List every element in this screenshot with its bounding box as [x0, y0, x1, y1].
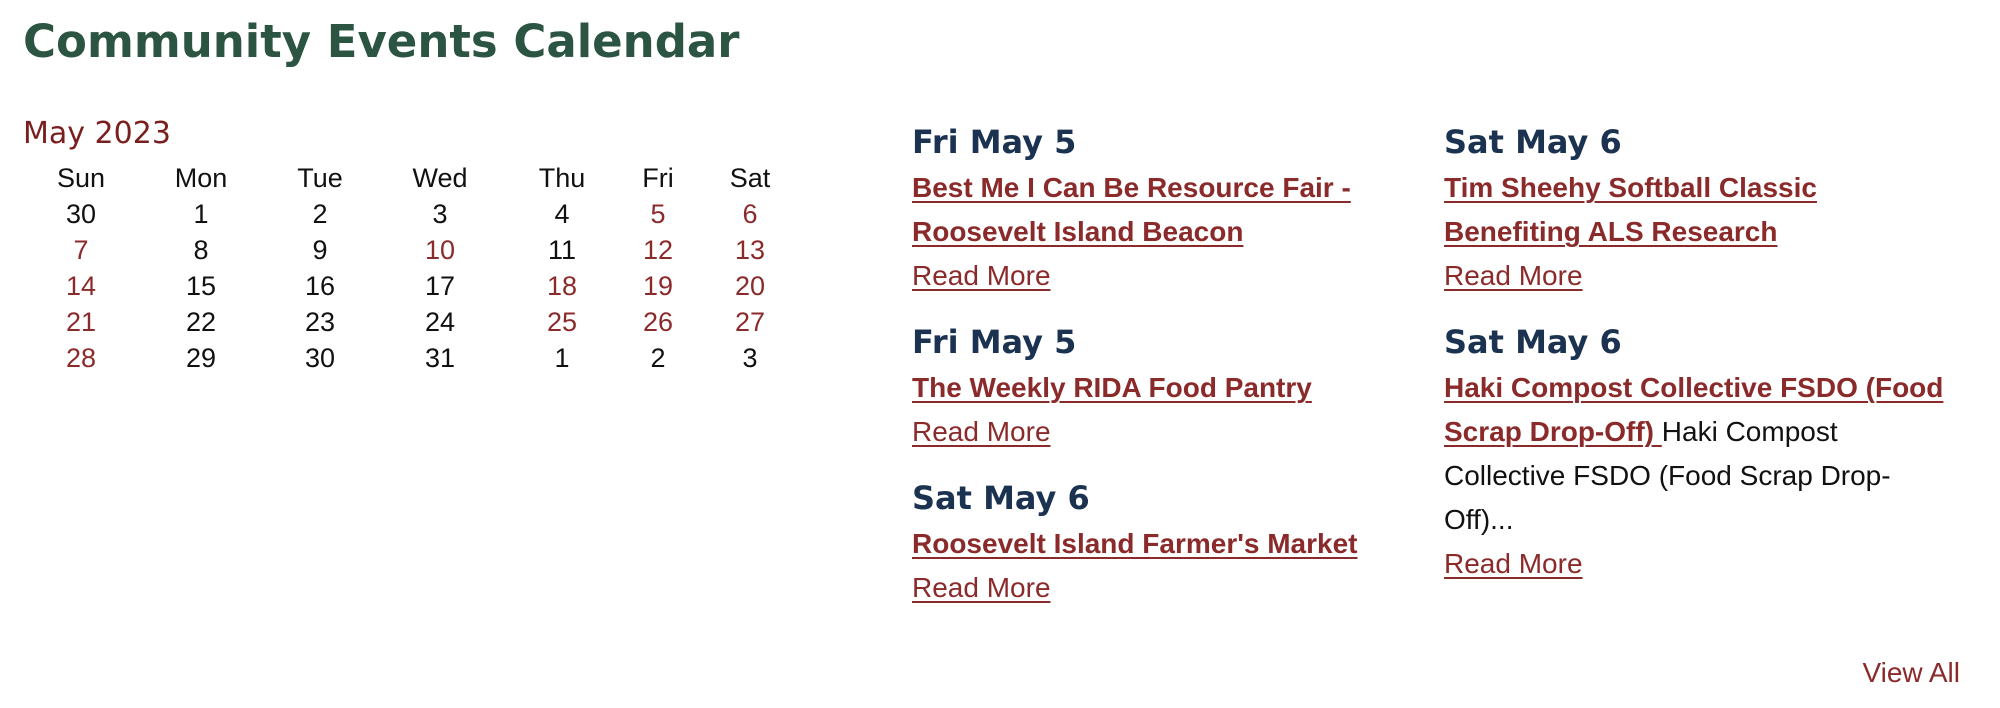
event-date: Sat May 6 [912, 479, 1090, 517]
event-item: Fri May 5 Best Me I Can Be Resource Fair … [912, 118, 1412, 298]
calendar-days: 30 1 2 3 4 5 6 7 8 9 10 11 12 13 14 15 16 17 18 19 20 21 22 23 2… [23, 196, 805, 376]
event-date: Fri May 5 [912, 323, 1077, 361]
calendar-day: 22 [185, 307, 217, 337]
read-more-link[interactable]: Read More [912, 254, 1412, 298]
event-item: Fri May 5 The Weekly RIDA Food Pantry Read… [912, 318, 1412, 454]
calendar-day: 30 [304, 343, 336, 373]
calendar-day-with-events[interactable]: 28 [23, 340, 139, 376]
calendar-day-with-events[interactable]: 26 [621, 304, 695, 340]
event-body: Best Me I Can Be Resource Fair - Rooseve… [912, 166, 1412, 254]
weekday-wed: Wed [412, 163, 468, 193]
calendar-day-with-events[interactable]: 19 [621, 268, 695, 304]
event-body: Roosevelt Island Farmer's Market [912, 522, 1412, 566]
event-date: Sat May 6 [1444, 123, 1622, 161]
weekday-sun: Sun [56, 163, 106, 193]
calendar-week-row: 14 15 16 17 18 19 20 [23, 268, 805, 304]
calendar-week-row: 7 8 9 10 11 12 13 [23, 232, 805, 268]
calendar-day: 24 [424, 307, 456, 337]
read-more-link[interactable]: Read More [1444, 542, 1944, 586]
event-item: Sat May 6 Tim Sheehy Softball Classic Ben… [1444, 118, 1944, 298]
view-all-link[interactable]: View All [1862, 655, 1960, 691]
weekday-mon: Mon [174, 163, 228, 193]
event-body: Tim Sheehy Softball Classic Benefiting A… [1444, 166, 1944, 254]
calendar-day: 9 [312, 235, 328, 265]
calendar-day-with-events[interactable]: 5 [621, 196, 695, 232]
read-more-link[interactable]: Read More [912, 410, 1412, 454]
read-more-link[interactable]: Read More [912, 566, 1412, 610]
calendar-day: 1 [554, 343, 570, 373]
event-date: Fri May 5 [912, 123, 1077, 161]
event-title-link[interactable]: Tim Sheehy Softball Classic Benefiting A… [1444, 172, 1817, 247]
calendar-day: 8 [193, 235, 209, 265]
calendar-day: 31 [424, 343, 456, 373]
page-title: Community Events Calendar [23, 15, 740, 68]
calendar-day-with-events[interactable]: 18 [503, 268, 621, 304]
event-title-link[interactable]: The Weekly RIDA Food Pantry [912, 372, 1312, 403]
calendar-day: 23 [304, 307, 336, 337]
event-body: Haki Compost Collective FSDO (Food Scrap… [1444, 366, 1944, 542]
calendar-day-with-events[interactable]: 6 [695, 196, 805, 232]
calendar-day-with-events[interactable]: 7 [23, 232, 139, 268]
weekday-fri: Fri [642, 163, 674, 193]
calendar-day: 17 [424, 271, 456, 301]
events-column-right: Sat May 6 Tim Sheehy Softball Classic Ben… [1444, 118, 1944, 606]
events-column-left: Fri May 5 Best Me I Can Be Resource Fair … [912, 118, 1412, 630]
calendar-week-row: 28 29 30 31 1 2 3 [23, 340, 805, 376]
weekday-tue: Tue [297, 163, 343, 193]
calendar-day-with-events[interactable]: 20 [695, 268, 805, 304]
calendar-day-with-events[interactable]: 27 [695, 304, 805, 340]
calendar-day: 16 [304, 271, 336, 301]
mini-calendar: Sun Mon Tue Wed Thu Fri Sat 30 1 2 3 4 5 6 7 8 9 1… [23, 160, 805, 376]
calendar-day: 4 [554, 199, 570, 229]
calendar-day: 2 [650, 343, 666, 373]
calendar-day: 30 [65, 199, 97, 229]
event-title-link[interactable]: Best Me I Can Be Resource Fair - Rooseve… [912, 172, 1351, 247]
weekday-header-row: Sun Mon Tue Wed Thu Fri Sat [23, 160, 805, 196]
weekday-thu: Thu [538, 163, 586, 193]
event-date: Sat May 6 [1444, 323, 1622, 361]
calendar-month-label: May 2023 [23, 116, 171, 151]
event-title-link[interactable]: Roosevelt Island Farmer's Market [912, 528, 1358, 559]
calendar-week-row: 30 1 2 3 4 5 6 [23, 196, 805, 232]
calendar-day-with-events[interactable]: 14 [23, 268, 139, 304]
calendar-day: 2 [312, 199, 328, 229]
event-body: The Weekly RIDA Food Pantry [912, 366, 1412, 410]
event-item: Sat May 6 Roosevelt Island Farmer's Marke… [912, 474, 1412, 610]
calendar-day: 11 [547, 235, 577, 265]
weekday-sat: Sat [729, 163, 771, 193]
calendar-day: 3 [432, 199, 448, 229]
calendar-day: 3 [742, 343, 758, 373]
calendar-day-with-events[interactable]: 21 [23, 304, 139, 340]
event-item: Sat May 6 Haki Compost Collective FSDO (F… [1444, 318, 1944, 586]
calendar-day-with-events[interactable]: 13 [695, 232, 805, 268]
calendar-day: 15 [185, 271, 217, 301]
calendar-day-with-events[interactable]: 12 [621, 232, 695, 268]
calendar-day-with-events[interactable]: 10 [377, 232, 503, 268]
calendar-day: 1 [193, 199, 209, 229]
calendar-week-row: 21 22 23 24 25 26 27 [23, 304, 805, 340]
read-more-link[interactable]: Read More [1444, 254, 1944, 298]
calendar-day-with-events[interactable]: 25 [503, 304, 621, 340]
calendar-day: 29 [185, 343, 217, 373]
